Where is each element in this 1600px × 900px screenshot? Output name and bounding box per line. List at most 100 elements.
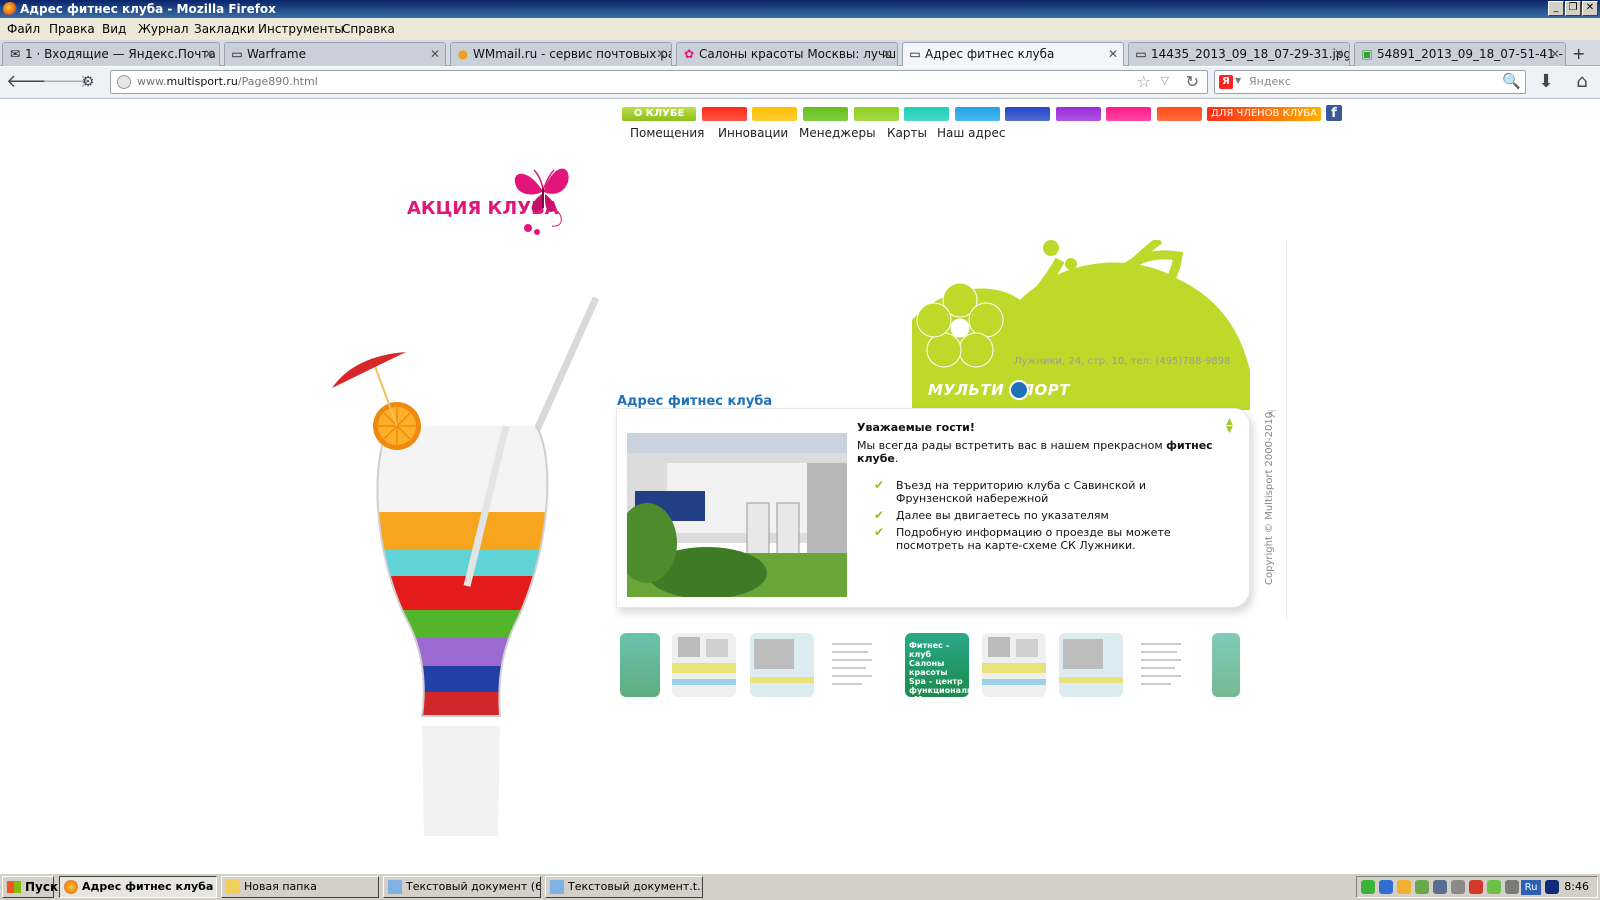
subnav-cards[interactable]: Карты — [887, 126, 927, 140]
subnav-our-address[interactable]: Наш адрес — [937, 126, 1005, 140]
search-input[interactable]: Яндекс — [1249, 71, 1291, 93]
minimize-button[interactable]: _ — [1548, 1, 1564, 16]
search-icon[interactable]: 🔍 — [1502, 72, 1521, 90]
nav-color-tab[interactable] — [854, 107, 899, 121]
taskbar-folder[interactable]: Новая папка — [221, 876, 379, 898]
nav-color-tab[interactable] — [1157, 107, 1202, 121]
tray-volume-icon[interactable] — [1451, 880, 1465, 894]
start-button[interactable]: Пуск — [2, 876, 58, 898]
thumbnail-map[interactable] — [750, 633, 814, 697]
tab-fitness-address[interactable]: ▭ Адрес фитнес клуба ✕ — [902, 42, 1124, 66]
url-text[interactable]: www.multisport.ru/Page890.html — [137, 71, 318, 93]
nav-color-tab[interactable] — [904, 107, 949, 121]
back-button[interactable]: 🡐 — [6, 72, 54, 94]
taskbar-notepad[interactable]: Текстовый документ (6... — [383, 876, 541, 898]
tab-close-icon[interactable]: ✕ — [204, 43, 214, 65]
menu-history[interactable]: Журнал — [138, 22, 189, 36]
nav-color-tab[interactable] — [1056, 107, 1101, 121]
url-dropdown-icon[interactable]: ▽ — [1161, 74, 1169, 87]
thumbnail-caption: Фитнес – клуб Салоны красоты Spa – центр… — [909, 641, 969, 697]
nav-color-tab[interactable] — [702, 107, 747, 121]
tab-label: Warframe — [247, 47, 306, 61]
url-domain: multisport.ru — [166, 75, 238, 88]
thumbnail-map[interactable] — [982, 633, 1046, 697]
tray-app-icon[interactable] — [1469, 880, 1483, 894]
menu-bookmarks[interactable]: Закладки — [194, 22, 255, 36]
tab-wmmail[interactable]: ● WMmail.ru - сервис почтовых расс... ✕ — [450, 42, 672, 66]
tab-warframe[interactable]: ▭ Warframe ✕ — [224, 42, 446, 66]
nav-color-tab[interactable] — [955, 107, 1000, 121]
nav-color-tab[interactable] — [1106, 107, 1151, 121]
url-bar[interactable]: www.multisport.ru/Page890.html ☆ ▽ ↻ — [110, 70, 1208, 94]
facebook-icon[interactable]: f — [1326, 105, 1342, 121]
tab-image-14435[interactable]: ▭ 14435_2013_09_18_07-29-31.jpg (... ✕ — [1128, 42, 1350, 66]
menu-file[interactable]: Файл — [7, 22, 40, 36]
tray-app-icon[interactable] — [1415, 880, 1429, 894]
tab-close-icon[interactable]: ✕ — [1550, 43, 1560, 65]
tray-display-icon[interactable] — [1505, 880, 1519, 894]
new-tab-button[interactable]: + — [1572, 44, 1585, 63]
tray-network-icon[interactable] — [1433, 880, 1447, 894]
nav-members[interactable]: ДЛЯ ЧЛЕНОВ КЛУБА — [1207, 107, 1321, 121]
language-indicator[interactable]: Ru — [1521, 880, 1541, 895]
tab-yandex-mail[interactable]: ✉ 1 · Входящие — Яндекс.Почта ✕ — [2, 42, 220, 66]
tab-label: Салоны красоты Москвы: лучшие... — [699, 47, 897, 61]
forward-button[interactable]: 🡒 — [42, 72, 90, 94]
subnav-premises[interactable]: Помещения — [630, 126, 704, 140]
nav-color-tab[interactable] — [803, 107, 848, 121]
engine-dropdown-icon[interactable]: ▼ — [1235, 76, 1241, 85]
task-label: Текстовый документ.t... — [568, 880, 703, 893]
system-clock[interactable]: 8:46 — [1564, 877, 1589, 897]
menu-view[interactable]: Вид — [102, 22, 126, 36]
tab-close-icon[interactable]: ✕ — [1334, 43, 1344, 65]
reload-icon[interactable]: ↻ — [1186, 72, 1199, 91]
multisport-logo[interactable]: МУЛЬТИ СПОРТ — [928, 381, 1070, 399]
close-window-button[interactable]: ✕ — [1582, 1, 1598, 16]
firefox-icon — [64, 880, 78, 894]
subnav-innovations[interactable]: Инновации — [718, 126, 788, 140]
subnav-managers[interactable]: Менеджеры — [799, 126, 876, 140]
thumbnail-fitness[interactable]: Фитнес – клуб Салоны красоты Spa – центр… — [905, 633, 969, 697]
thumbnail-fitness[interactable] — [1212, 633, 1240, 697]
taskbar-notepad[interactable]: Текстовый документ.t... — [545, 876, 703, 898]
tab-image-54891[interactable]: ▣ 54891_2013_09_18_07-51-41 - За... ✕ — [1354, 42, 1566, 66]
nav-color-tab[interactable] — [1005, 107, 1050, 121]
firefox-icon — [3, 2, 17, 16]
thumbnail-map[interactable] — [1059, 633, 1123, 697]
tab-beauty-salons[interactable]: ✿ Салоны красоты Москвы: лучшие... ✕ — [676, 42, 898, 66]
maximize-button[interactable]: ❐ — [1565, 1, 1581, 16]
download-icon[interactable]: ⬇ — [1534, 72, 1558, 94]
nav-color-tab[interactable] — [752, 107, 797, 121]
scroll-down-icon[interactable]: ▼ — [1226, 426, 1233, 435]
content-scroll-control[interactable]: ▲ ▼ — [1226, 418, 1233, 435]
task-label: Текстовый документ (6... — [406, 880, 541, 893]
thumbnail-legend[interactable] — [828, 633, 892, 697]
tab-close-icon[interactable]: ✕ — [882, 43, 892, 65]
tab-close-icon[interactable]: ✕ — [1108, 43, 1118, 65]
thumbnail-map[interactable] — [672, 633, 736, 697]
tab-close-icon[interactable]: ✕ — [430, 43, 440, 65]
menu-edit[interactable]: Правка — [49, 22, 95, 36]
task-label: Адрес фитнес клуба ... — [82, 880, 217, 893]
bookmark-star-icon[interactable]: ☆ — [1137, 72, 1151, 91]
site-identity-icon[interactable] — [117, 75, 131, 89]
history-button[interactable]: ⚙ — [76, 72, 100, 94]
yandex-engine-icon[interactable]: Я — [1219, 75, 1233, 89]
thumbnail-fitness[interactable] — [620, 633, 660, 697]
search-bar[interactable]: Я ▼ Яндекс 🔍 — [1214, 70, 1526, 94]
tray-lightning-icon[interactable] — [1379, 880, 1393, 894]
home-icon[interactable]: ⌂ — [1570, 72, 1594, 94]
menu-tools[interactable]: Инструменты — [258, 22, 344, 36]
tab-close-icon[interactable]: ✕ — [656, 43, 666, 65]
menu-help[interactable]: Справка — [342, 22, 395, 36]
tab-bar: ✉ 1 · Входящие — Яндекс.Почта ✕ ▭ Warfra… — [0, 40, 1600, 66]
greeting-heading: Уважаемые гости! — [857, 421, 975, 434]
tray-media-icon[interactable] — [1545, 880, 1559, 894]
thumbnail-legend[interactable] — [1137, 633, 1201, 697]
tray-shield-icon[interactable] — [1361, 880, 1375, 894]
tray-chat-icon[interactable] — [1397, 880, 1411, 894]
nav-about-club[interactable]: О КЛУБЕ — [622, 107, 696, 121]
tray-nvidia-icon[interactable] — [1487, 880, 1501, 894]
list-item-text: Въезд на территорию клуба с Савинской и … — [896, 479, 1146, 505]
taskbar-firefox[interactable]: Адрес фитнес клуба ... — [59, 876, 217, 898]
